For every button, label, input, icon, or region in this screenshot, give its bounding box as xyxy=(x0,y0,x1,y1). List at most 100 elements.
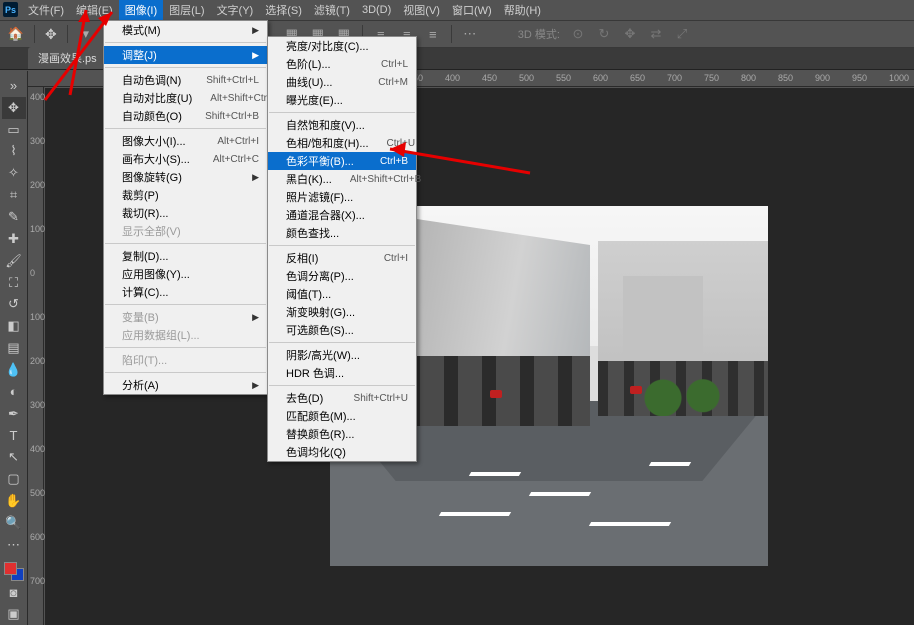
menu-文件[interactable]: 文件(F) xyxy=(22,0,70,20)
edit-toolbar[interactable]: ⋯ xyxy=(2,534,26,556)
menu-item[interactable]: 分析(A)▶ xyxy=(104,376,267,394)
menu-item[interactable]: 自动颜色(O)Shift+Ctrl+B xyxy=(104,107,267,125)
move-tool[interactable]: ✥ xyxy=(2,97,26,119)
menu-item: 显示全部(V) xyxy=(104,222,267,240)
menu-item[interactable]: 自动色调(N)Shift+Ctrl+L xyxy=(104,71,267,89)
home-icon[interactable]: 🏠 xyxy=(8,26,24,42)
menu-帮助[interactable]: 帮助(H) xyxy=(498,0,547,20)
menu-item-label: 匹配颜色(M)... xyxy=(286,408,408,424)
menu-窗口[interactable]: 窗口(W) xyxy=(446,0,498,20)
3d-scale-icon[interactable]: ⤢ xyxy=(674,26,690,42)
menu-item[interactable]: 模式(M)▶ xyxy=(104,21,267,39)
tab-title: 漫画效果.ps xyxy=(38,53,97,65)
zoom-tool[interactable]: 🔍 xyxy=(2,512,26,534)
menu-item[interactable]: 自动对比度(U)Alt+Shift+Ctrl+L xyxy=(104,89,267,107)
menu-item[interactable]: 反相(I)Ctrl+I xyxy=(268,249,416,267)
marquee-tool[interactable]: ▭ xyxy=(2,119,26,141)
menu-滤镜[interactable]: 滤镜(T) xyxy=(308,0,356,20)
screenmode-tool[interactable]: ▣ xyxy=(2,603,26,625)
menu-item[interactable]: 阴影/高光(W)... xyxy=(268,346,416,364)
menu-item[interactable]: 复制(D)... xyxy=(104,247,267,265)
crop-tool[interactable]: ⌗ xyxy=(2,184,26,206)
move-tool-icon[interactable]: ✥ xyxy=(45,26,57,43)
gradient-tool[interactable]: ▤ xyxy=(2,337,26,359)
lasso-tool[interactable]: ⌇ xyxy=(2,141,26,163)
dropdown-icon[interactable]: ▾ xyxy=(78,26,94,42)
menu-item-label: 色彩平衡(B)... xyxy=(286,153,362,169)
menu-item[interactable]: 亮度/对比度(C)... xyxy=(268,37,416,55)
menu-item: 陷印(T)... xyxy=(104,351,267,369)
3d-roll-icon[interactable]: ↻ xyxy=(596,26,612,42)
menu-图像[interactable]: 图像(I) xyxy=(119,0,163,20)
menu-item[interactable]: 调整(J)▶ xyxy=(104,46,267,64)
menu-视图[interactable]: 视图(V) xyxy=(397,0,446,20)
type-tool[interactable]: T xyxy=(2,425,26,447)
wand-tool[interactable]: ✧ xyxy=(2,162,26,184)
3d-orbit-icon[interactable]: ⊙ xyxy=(570,26,586,42)
menu-item[interactable]: 计算(C)... xyxy=(104,283,267,301)
history-brush-tool[interactable]: ↺ xyxy=(2,293,26,315)
pen-tool[interactable]: ✒ xyxy=(2,403,26,425)
menu-item[interactable]: 裁切(R)... xyxy=(104,204,267,222)
brush-tool[interactable]: 🖌 xyxy=(2,250,26,272)
document-tab[interactable]: 漫画效果.ps xyxy=(28,47,107,69)
menu-item-label: 自动色调(N) xyxy=(122,72,188,88)
menu-item-label: 图像旋转(G) xyxy=(122,169,252,185)
menu-item[interactable]: 渐变映射(G)... xyxy=(268,303,416,321)
menu-item-label: 自然饱和度(V)... xyxy=(286,117,408,133)
menu-item[interactable]: 匹配颜色(M)... xyxy=(268,407,416,425)
menu-item[interactable]: 替换颜色(R)... xyxy=(268,425,416,443)
foreground-color-swatch[interactable] xyxy=(4,562,17,575)
menu-item[interactable]: 黑白(K)...Alt+Shift+Ctrl+B xyxy=(268,170,416,188)
menu-shortcut: Ctrl+L xyxy=(363,59,408,70)
menu-item-label: 阈值(T)... xyxy=(286,286,408,302)
arrange-icon[interactable]: » xyxy=(2,75,26,97)
menu-编辑[interactable]: 编辑(E) xyxy=(70,0,119,20)
menu-文字[interactable]: 文字(Y) xyxy=(211,0,260,20)
menu-item[interactable]: 自然饱和度(V)... xyxy=(268,116,416,134)
hand-tool[interactable]: ✋ xyxy=(2,490,26,512)
menu-item[interactable]: 色阶(L)...Ctrl+L xyxy=(268,55,416,73)
menu-item[interactable]: 曝光度(E)... xyxy=(268,91,416,109)
menu-item[interactable]: 色调分离(P)... xyxy=(268,267,416,285)
ruler-tick: 100 xyxy=(30,312,45,322)
menu-item[interactable]: 色彩平衡(B)...Ctrl+B xyxy=(268,152,416,170)
path-tool[interactable]: ↖ xyxy=(2,446,26,468)
menu-item-label: 计算(C)... xyxy=(122,284,259,300)
menu-item[interactable]: 阈值(T)... xyxy=(268,285,416,303)
quickmask-tool[interactable]: ◙ xyxy=(2,581,26,603)
menu-item[interactable]: 通道混合器(X)... xyxy=(268,206,416,224)
menu-item[interactable]: 曲线(U)...Ctrl+M xyxy=(268,73,416,91)
menu-item[interactable]: 照片滤镜(F)... xyxy=(268,188,416,206)
eraser-tool[interactable]: ◧ xyxy=(2,315,26,337)
3d-pan-icon[interactable]: ✥ xyxy=(622,26,638,42)
menu-item[interactable]: 色相/饱和度(H)...Ctrl+U xyxy=(268,134,416,152)
menu-item[interactable]: 色调均化(Q) xyxy=(268,443,416,461)
menu-item-label: 图像大小(I)... xyxy=(122,133,199,149)
blur-tool[interactable]: 💧 xyxy=(2,359,26,381)
more-icon[interactable]: ⋯ xyxy=(462,26,478,42)
menu-item[interactable]: 应用图像(Y)... xyxy=(104,265,267,283)
menu-图层[interactable]: 图层(L) xyxy=(163,0,210,20)
healing-tool[interactable]: ✚ xyxy=(2,228,26,250)
menu-item[interactable]: 去色(D)Shift+Ctrl+U xyxy=(268,389,416,407)
3d-slide-icon[interactable]: ⇄ xyxy=(648,26,664,42)
menu-item[interactable]: 图像旋转(G)▶ xyxy=(104,168,267,186)
menu-item-label: 通道混合器(X)... xyxy=(286,207,408,223)
dodge-tool[interactable]: ◐ xyxy=(2,381,26,403)
menu-item[interactable]: 可选颜色(S)... xyxy=(268,321,416,339)
menu-item[interactable]: HDR 色调... xyxy=(268,364,416,382)
menu-item[interactable]: 图像大小(I)...Alt+Ctrl+I xyxy=(104,132,267,150)
stamp-tool[interactable]: ⛶ xyxy=(2,272,26,294)
eyedropper-tool[interactable]: ✎ xyxy=(2,206,26,228)
menu-item[interactable]: 裁剪(P) xyxy=(104,186,267,204)
distribute-icon[interactable]: ≡ xyxy=(425,26,441,42)
menu-separator xyxy=(269,245,415,246)
menu-选择[interactable]: 选择(S) xyxy=(259,0,308,20)
menu-item[interactable]: 画布大小(S)...Alt+Ctrl+C xyxy=(104,150,267,168)
shape-tool[interactable]: ▢ xyxy=(2,468,26,490)
menu-3D[interactable]: 3D(D) xyxy=(356,2,397,18)
menu-item[interactable]: 颜色查找... xyxy=(268,224,416,242)
3d-mode-label: 3D 模式: xyxy=(518,26,560,42)
color-swatches[interactable] xyxy=(4,562,24,582)
